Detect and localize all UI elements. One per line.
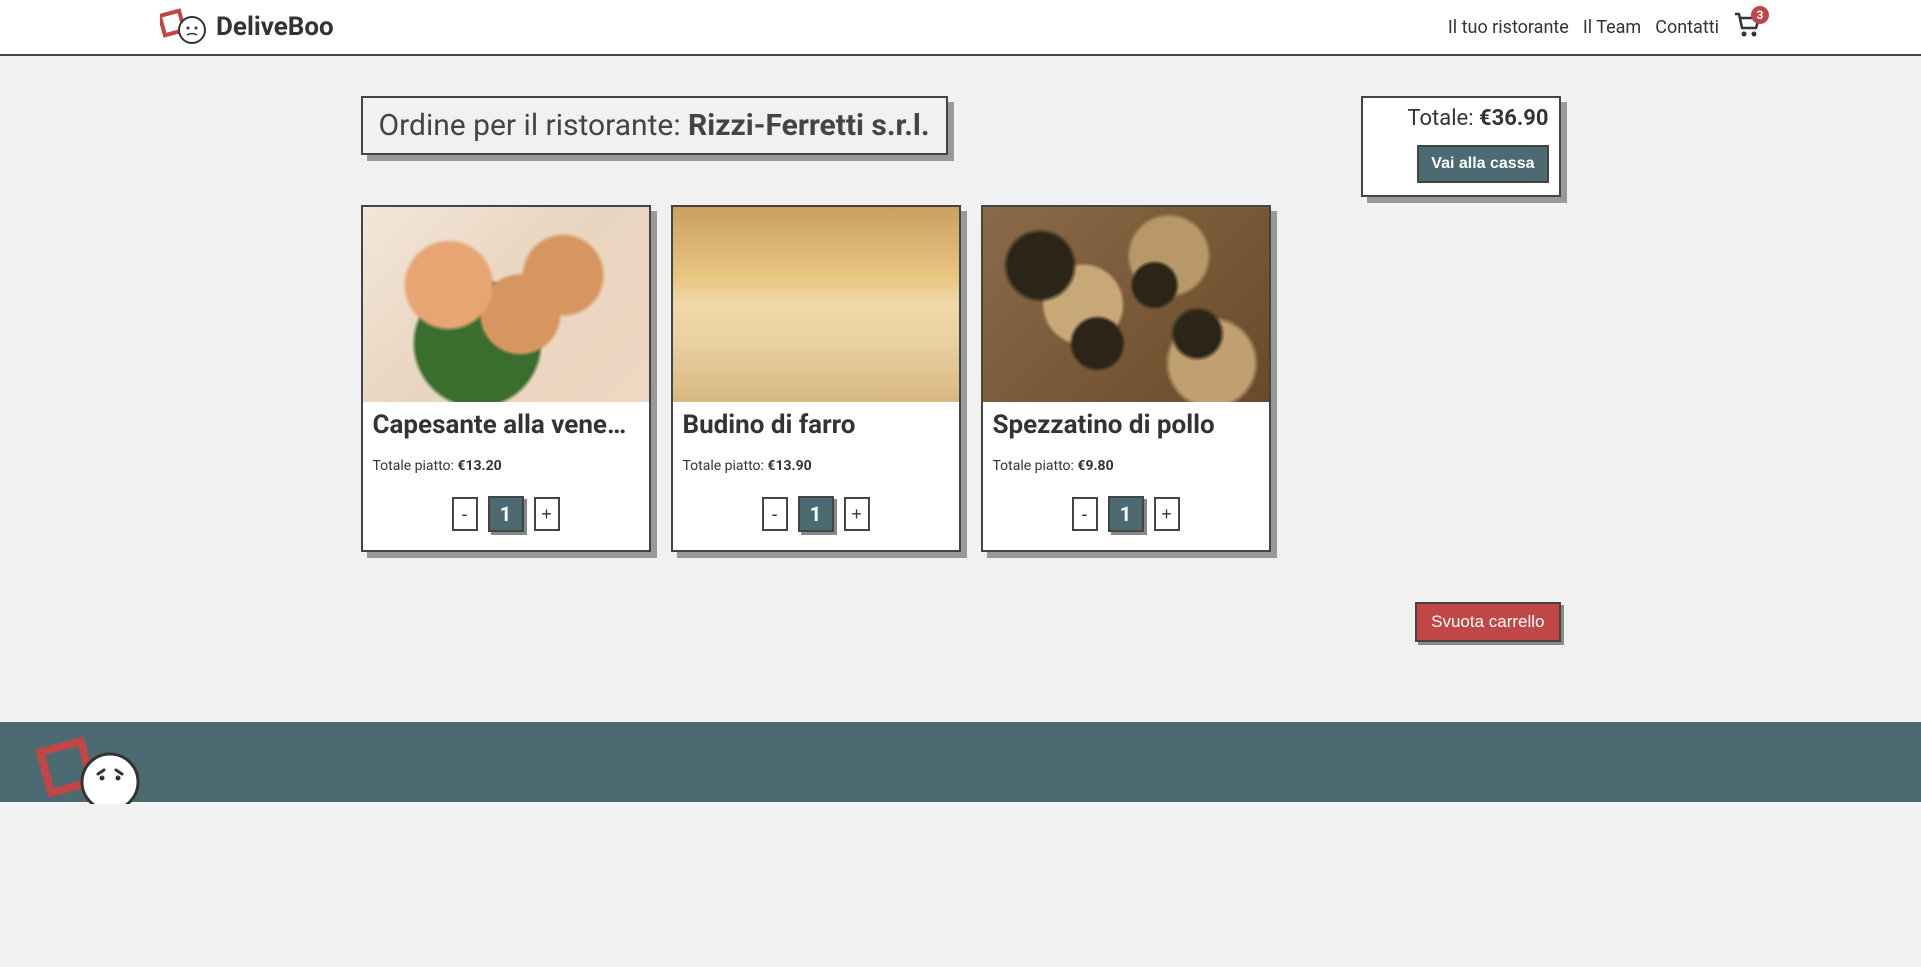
decrease-button[interactable]: - — [1072, 497, 1098, 531]
dish-total: Totale piatto: €13.20 — [373, 458, 639, 474]
dish-total-label: Totale piatto: — [993, 458, 1078, 474]
increase-button[interactable]: + — [844, 497, 870, 531]
brand-name: DeliveBoo — [216, 12, 334, 42]
footer — [0, 722, 1921, 802]
dish-total: Totale piatto: €13.90 — [683, 458, 949, 474]
total-box: Totale: €36.90 Vai alla cassa — [1361, 96, 1561, 197]
quantity-controls: - 1 + — [373, 496, 639, 532]
empty-cart-row: Svuota carrello — [351, 602, 1571, 642]
dish-total-value: €13.20 — [457, 458, 501, 474]
dish-total-label: Totale piatto: — [683, 458, 768, 474]
order-title-box: Ordine per il ristorante: Rizzi-Ferretti… — [361, 96, 948, 155]
main-container: Ordine per il ristorante: Rizzi-Ferretti… — [351, 56, 1571, 592]
total-label: Totale: — [1407, 106, 1479, 131]
order-restaurant-name: Rizzi-Ferretti s.r.l. — [688, 108, 930, 143]
quantity-value: 1 — [488, 496, 524, 532]
nav-team[interactable]: Il Team — [1583, 17, 1641, 38]
dish-image — [363, 207, 649, 402]
dish-name: Spezzatino di pollo — [993, 410, 1259, 440]
main-nav: Il tuo ristorante Il Team Contatti 3 — [1448, 12, 1761, 42]
cart-item: Spezzatino di pollo Totale piatto: €9.80… — [981, 205, 1271, 552]
header: DeliveBoo Il tuo ristorante Il Team Cont… — [0, 0, 1921, 56]
total-value: €36.90 — [1479, 106, 1549, 131]
dish-total-value: €9.80 — [1077, 458, 1113, 474]
total-text: Totale: €36.90 — [1373, 106, 1549, 131]
cart-button[interactable]: 3 — [1733, 12, 1761, 42]
dish-name: Budino di farro — [683, 410, 949, 440]
dish-name: Capesante alla veneziana — [373, 410, 639, 440]
quantity-controls: - 1 + — [683, 496, 949, 532]
card-body: Capesante alla veneziana Totale piatto: … — [363, 402, 649, 550]
dish-image — [983, 207, 1269, 402]
summary-sidebar: Totale: €36.90 Vai alla cassa — [1361, 96, 1561, 197]
main-content: Ordine per il ristorante: Rizzi-Ferretti… — [361, 96, 1331, 552]
dish-total-value: €13.90 — [767, 458, 811, 474]
cart-items: Capesante alla veneziana Totale piatto: … — [361, 205, 1331, 552]
dish-total: Totale piatto: €9.80 — [993, 458, 1259, 474]
nav-restaurant[interactable]: Il tuo ristorante — [1448, 17, 1569, 38]
empty-cart-button[interactable]: Svuota carrello — [1415, 602, 1560, 642]
brand-logo-icon — [160, 8, 208, 46]
card-body: Budino di farro Totale piatto: €13.90 - … — [673, 402, 959, 550]
increase-button[interactable]: + — [534, 497, 560, 531]
decrease-button[interactable]: - — [452, 497, 478, 531]
quantity-controls: - 1 + — [993, 496, 1259, 532]
card-body: Spezzatino di pollo Totale piatto: €9.80… — [983, 402, 1269, 550]
order-title-prefix: Ordine per il ristorante: — [379, 108, 689, 143]
nav-contacts[interactable]: Contatti — [1655, 17, 1719, 38]
quantity-value: 1 — [798, 496, 834, 532]
quantity-value: 1 — [1108, 496, 1144, 532]
cart-item: Capesante alla veneziana Totale piatto: … — [361, 205, 651, 552]
brand-logo[interactable]: DeliveBoo — [160, 8, 334, 46]
order-title: Ordine per il ristorante: Rizzi-Ferretti… — [379, 108, 930, 143]
decrease-button[interactable]: - — [762, 497, 788, 531]
cart-badge: 3 — [1751, 6, 1769, 24]
cart-item: Budino di farro Totale piatto: €13.90 - … — [671, 205, 961, 552]
dish-total-label: Totale piatto: — [373, 458, 458, 474]
increase-button[interactable]: + — [1154, 497, 1180, 531]
checkout-button[interactable]: Vai alla cassa — [1417, 145, 1548, 183]
dish-image — [673, 207, 959, 402]
footer-logo — [30, 734, 150, 808]
